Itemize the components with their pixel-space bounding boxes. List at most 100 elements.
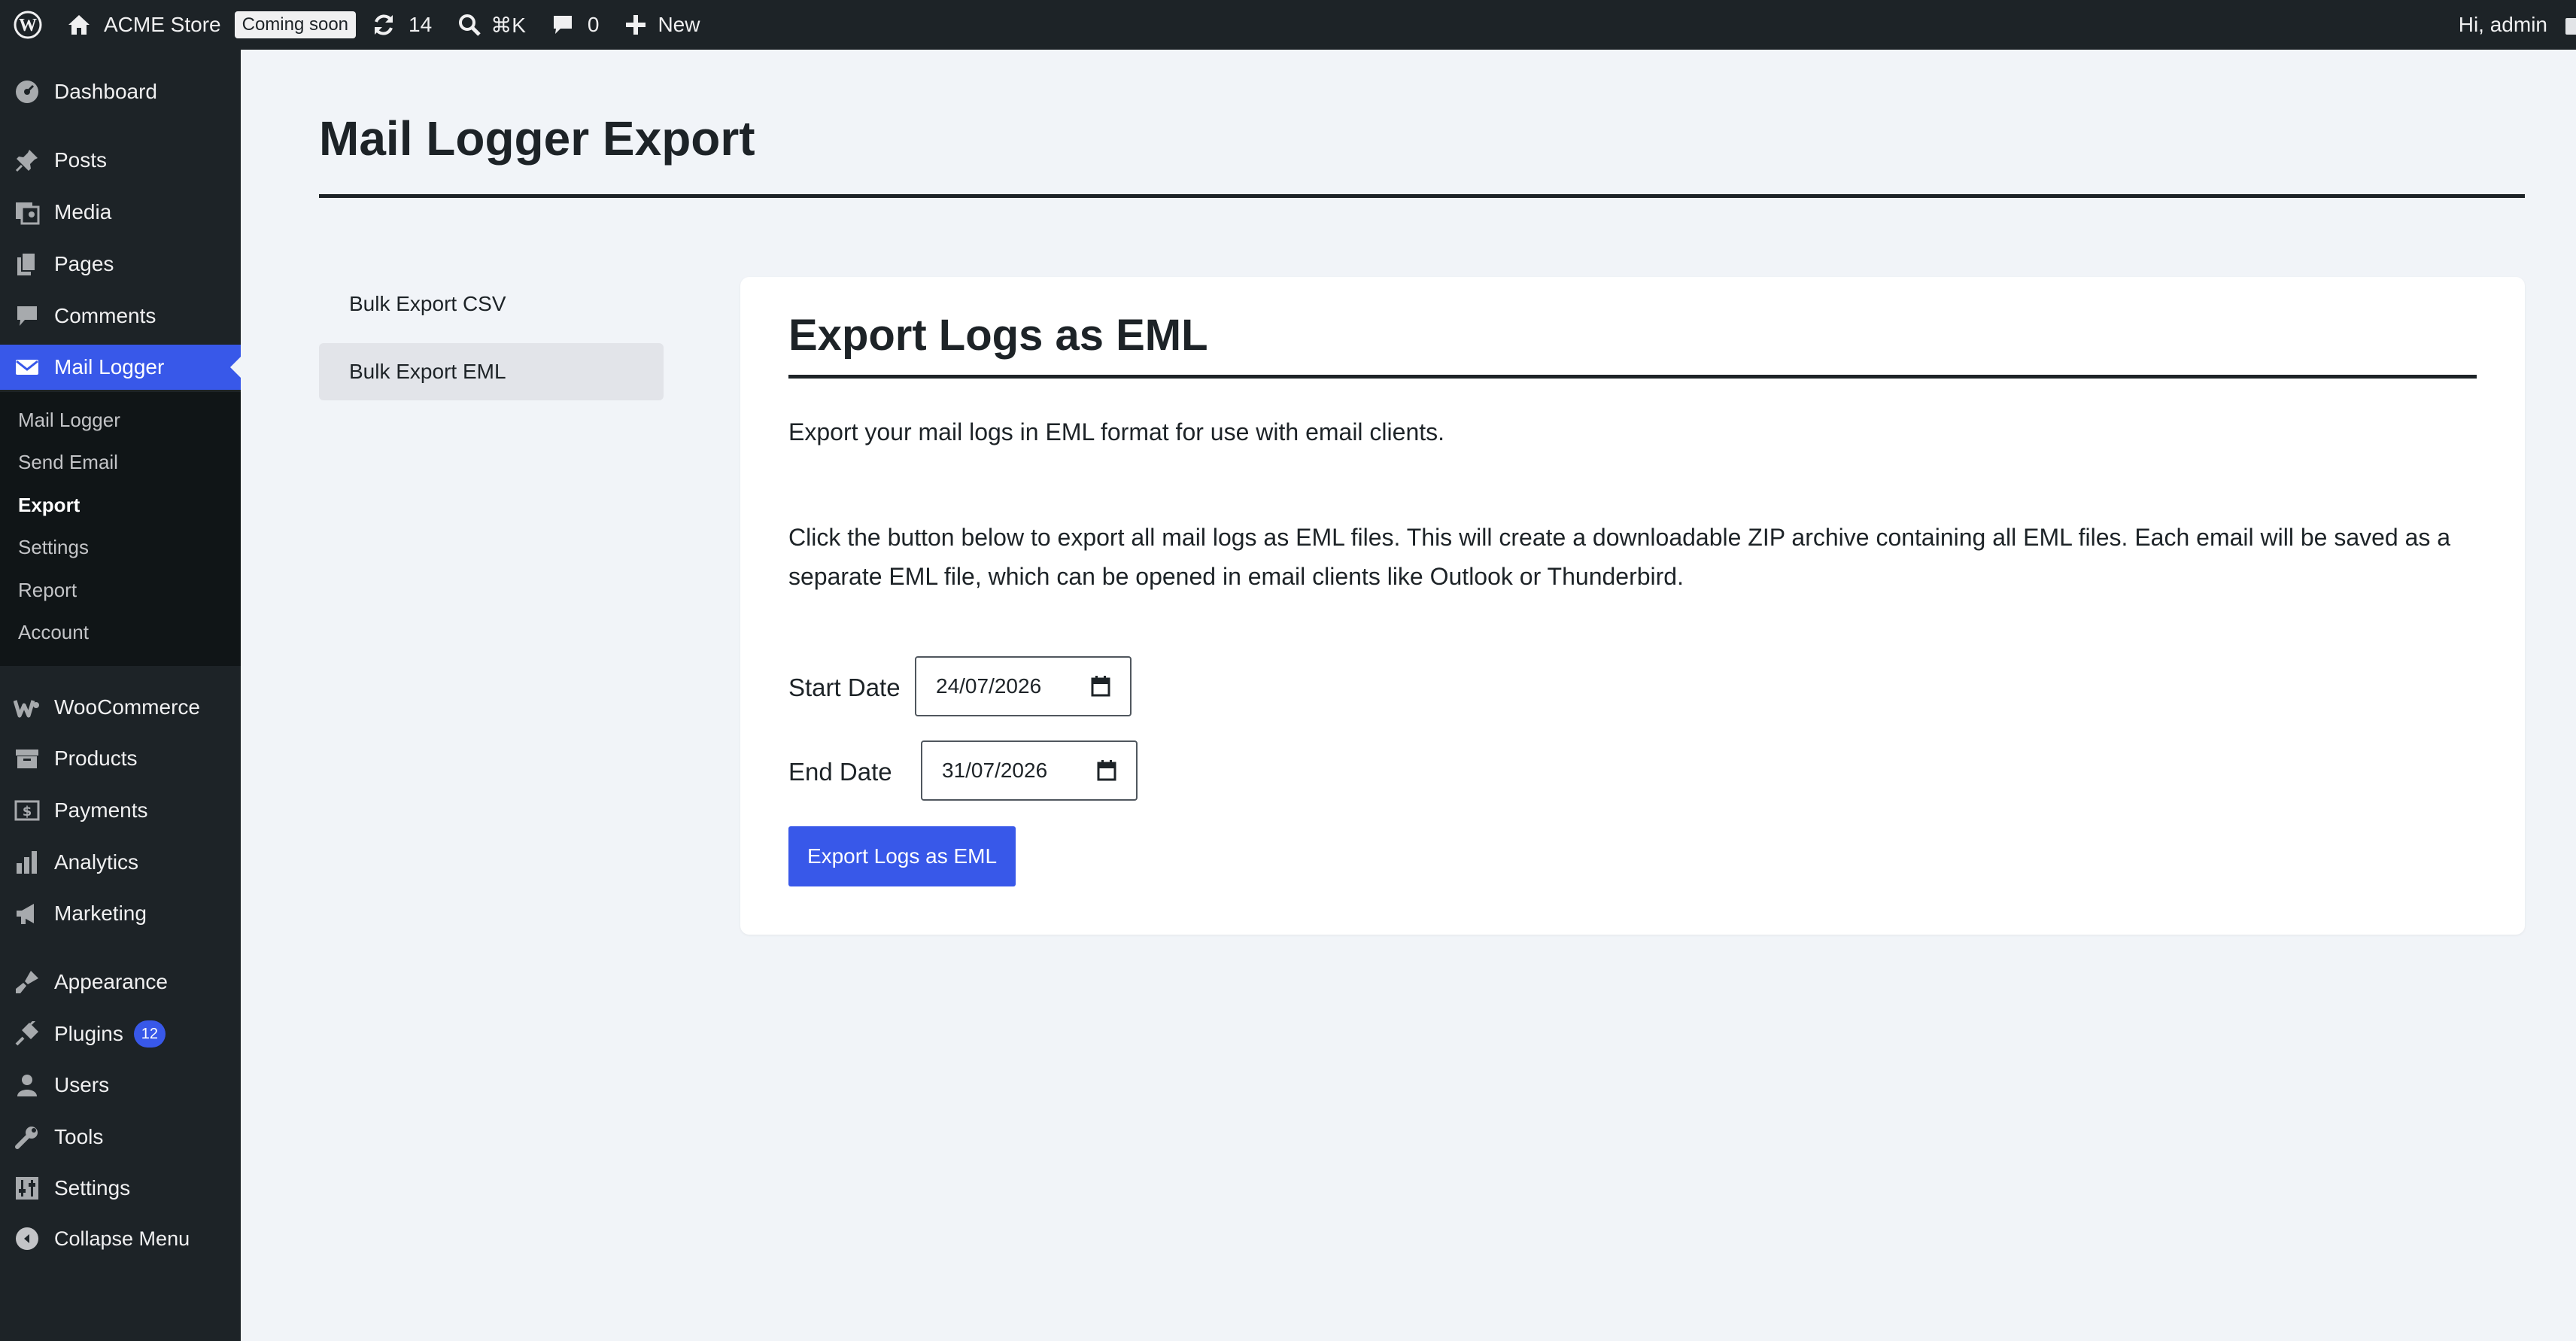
sidebar-item-label: Analytics — [54, 850, 139, 874]
home-icon — [68, 15, 90, 35]
comment-bubble-icon — [553, 16, 572, 34]
submenu-item-send-email[interactable]: Send Email — [18, 447, 118, 477]
envelope-icon — [14, 354, 41, 381]
card-title: Export Logs as EML — [788, 311, 1208, 360]
avatar[interactable] — [2565, 18, 2576, 35]
tab-bulk-export-eml[interactable]: Bulk Export EML — [319, 343, 664, 400]
intro-text: Export your mail logs in EML format for … — [788, 418, 1445, 445]
sidebar-item-media[interactable]: Media — [0, 190, 241, 235]
plugin-plug-icon — [14, 1020, 41, 1048]
pages-icon — [14, 251, 41, 278]
tab-bulk-export-csv[interactable]: Bulk Export CSV — [319, 275, 664, 333]
sidebar-item-settings[interactable]: Settings — [0, 1166, 241, 1211]
command-search[interactable]: ⌘K — [457, 0, 526, 50]
sidebar-item-mail-logger[interactable]: Mail Logger — [0, 345, 241, 390]
sidebar-item-label: WooCommerce — [54, 695, 200, 719]
admin-sidebar: Dashboard Posts Media Pages Comments Mai… — [0, 50, 241, 1341]
site-home-link[interactable]: ACME Store Coming soon — [66, 0, 357, 50]
admin-bar: W ACME Store Coming soon 14 ⌘K 0 New Hi,… — [0, 0, 2576, 50]
media-library-icon — [14, 199, 41, 226]
sidebar-item-label: Mail Logger — [54, 355, 165, 379]
sidebar-item-label: Tools — [54, 1125, 104, 1148]
settings-sliders-icon — [14, 1175, 41, 1202]
export-eml-card: Export Logs as EML Export your mail logs… — [740, 277, 2525, 935]
bar-chart-icon — [14, 849, 41, 876]
sidebar-item-plugins[interactable]: Plugins 12 — [0, 1011, 241, 1057]
sidebar-item-marketing[interactable]: Marketing — [0, 891, 241, 936]
plugins-update-badge: 12 — [133, 1020, 166, 1048]
pushpin-icon — [14, 147, 41, 174]
sidebar-item-appearance[interactable]: Appearance — [0, 959, 241, 1005]
wordpress-logo-icon[interactable]: W — [9, 0, 47, 50]
sidebar-item-label: Payments — [54, 798, 148, 822]
sidebar-item-payments[interactable]: $ Payments — [0, 788, 241, 833]
submenu-item-account[interactable]: Account — [18, 617, 89, 647]
user-icon — [14, 1072, 41, 1099]
svg-text:$: $ — [23, 804, 32, 820]
collapse-icon-wrapper — [14, 1225, 41, 1252]
start-date-label: Start Date — [788, 674, 901, 701]
calendar-icon[interactable] — [1097, 760, 1116, 781]
wrench-icon — [14, 1124, 41, 1151]
mail-logger-submenu: Mail Logger Send Email Export Settings R… — [0, 392, 241, 666]
refresh-icon — [375, 14, 393, 35]
new-content-link[interactable]: New — [624, 0, 700, 50]
updates-count: 14 — [409, 13, 433, 36]
page-title: Mail Logger Export — [319, 111, 755, 166]
calendar-icon[interactable] — [1091, 676, 1110, 697]
paintbrush-icon — [14, 968, 41, 996]
end-date-input[interactable]: 31/07/2026 — [921, 740, 1138, 801]
sidebar-item-woocommerce[interactable]: WooCommerce — [0, 685, 241, 730]
sidebar-item-label: Dashboard — [54, 80, 157, 103]
svg-text:W: W — [19, 16, 37, 35]
coming-soon-badge: Coming soon — [234, 11, 357, 38]
submenu-item-mail-logger[interactable]: Mail Logger — [18, 405, 120, 435]
title-divider — [319, 194, 2525, 198]
description-text: Click the button below to export all mai… — [788, 524, 2451, 590]
start-date-input[interactable]: 24/07/2026 — [915, 656, 1132, 716]
sidebar-item-label: Users — [54, 1073, 110, 1096]
submenu-item-report[interactable]: Report — [18, 575, 77, 605]
updates-link[interactable]: 14 — [371, 0, 432, 50]
sidebar-item-analytics[interactable]: Analytics — [0, 840, 241, 885]
sidebar-item-label: Pages — [54, 252, 114, 275]
sidebar-item-label: Settings — [54, 1176, 131, 1200]
search-icon — [459, 14, 481, 36]
comments-link[interactable]: 0 — [551, 0, 600, 50]
sidebar-item-label: Appearance — [54, 970, 169, 993]
woocommerce-icon — [14, 694, 41, 721]
sidebar-item-comments[interactable]: Comments — [0, 293, 241, 339]
sidebar-item-dashboard[interactable]: Dashboard — [0, 69, 241, 114]
sidebar-item-label: Posts — [54, 148, 108, 172]
sidebar-item-pages[interactable]: Pages — [0, 242, 241, 287]
submenu-item-export[interactable]: Export — [18, 490, 80, 520]
user-greeting[interactable]: Hi, admin — [2459, 0, 2547, 50]
collapse-menu-button[interactable]: Collapse Menu — [0, 1216, 241, 1261]
collapse-arrow-icon — [16, 1227, 38, 1250]
sidebar-item-label: Plugins — [54, 1022, 123, 1045]
archive-box-icon — [14, 745, 41, 772]
sidebar-item-users[interactable]: Users — [0, 1063, 241, 1108]
sidebar-item-label: Media — [54, 200, 112, 224]
dashboard-gauge-icon — [14, 78, 41, 105]
sidebar-item-posts[interactable]: Posts — [0, 138, 241, 183]
card-title-divider — [788, 375, 2477, 379]
plus-icon — [626, 15, 646, 35]
start-date-value: 24/07/2026 — [936, 674, 1042, 698]
sidebar-item-label: Products — [54, 747, 138, 770]
search-shortcut: ⌘K — [491, 13, 526, 37]
end-date-label: End Date — [788, 758, 892, 786]
sidebar-item-label: Marketing — [54, 902, 147, 925]
export-logs-eml-button[interactable]: Export Logs as EML — [788, 826, 1016, 886]
greeting-text: Hi, admin — [2458, 13, 2547, 36]
site-name: ACME Store — [104, 13, 221, 36]
comment-bubble-icon — [14, 303, 41, 330]
sidebar-item-tools[interactable]: Tools — [0, 1114, 241, 1160]
sidebar-item-products[interactable]: Products — [0, 736, 241, 781]
end-date-value: 31/07/2026 — [942, 759, 1048, 782]
megaphone-icon — [14, 900, 41, 927]
sidebar-item-label: Comments — [54, 304, 156, 327]
comments-count: 0 — [587, 13, 600, 36]
payments-dollar-icon: $ — [14, 797, 41, 824]
submenu-item-settings[interactable]: Settings — [18, 532, 89, 562]
